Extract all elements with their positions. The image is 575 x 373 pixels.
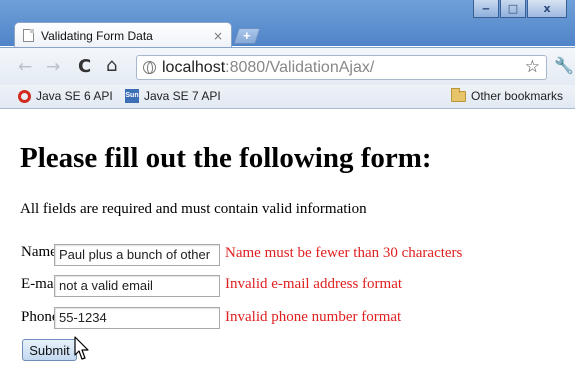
- oracle-icon: [18, 89, 31, 103]
- bookmark-java-se-7[interactable]: Sun Java SE 7 API: [125, 89, 221, 103]
- bookmark-star-icon[interactable]: ☆: [525, 57, 540, 77]
- bookmark-label: Java SE 6 API: [36, 89, 113, 103]
- folder-icon: [451, 87, 466, 102]
- new-tab-button[interactable]: +: [233, 28, 261, 44]
- reload-icon[interactable]: C: [78, 56, 91, 77]
- page-content: Please fill out the following form: All …: [0, 110, 575, 373]
- maximize-button[interactable]: □: [500, 0, 526, 18]
- window-titlebar: ‒ □ x Validating Form Data × +: [0, 0, 575, 48]
- browser-toolbar: ← → C ⌂ localhost:8080/ValidationAjax/ ☆…: [0, 47, 575, 85]
- email-error: Invalid e-mail address format: [225, 276, 403, 292]
- sun-icon: Sun: [125, 89, 139, 103]
- phone-field[interactable]: 55-1234: [54, 307, 220, 329]
- forward-arrow-icon[interactable]: →: [46, 57, 60, 77]
- url-path: :8080/ValidationAjax/: [225, 58, 375, 76]
- name-field[interactable]: Paul plus a bunch of other: [54, 244, 220, 266]
- home-icon[interactable]: ⌂: [106, 55, 117, 76]
- tab-title: Validating Form Data: [41, 28, 153, 43]
- intro-text: All fields are required and must contain…: [20, 201, 367, 217]
- tab-close-icon[interactable]: ×: [213, 29, 223, 43]
- page-title: Please fill out the following form:: [20, 142, 432, 174]
- submit-button[interactable]: Submit: [22, 339, 77, 361]
- email-field[interactable]: not a valid email: [54, 275, 220, 297]
- url-host: localhost: [162, 58, 226, 76]
- wrench-icon[interactable]: 🔧: [554, 56, 574, 75]
- other-bookmarks[interactable]: Other bookmarks: [451, 87, 564, 103]
- other-bookmarks-label: Other bookmarks: [471, 89, 564, 103]
- phone-error: Invalid phone number format: [225, 309, 402, 325]
- window-controls: ‒ □ x: [473, 0, 567, 18]
- globe-icon: [143, 61, 156, 74]
- plus-icon: +: [243, 28, 251, 43]
- name-error: Name must be fewer than 30 characters: [225, 245, 463, 261]
- bookmark-java-se-6[interactable]: Java SE 6 API: [18, 89, 113, 103]
- bookmarks-bar: Java SE 6 API Sun Java SE 7 API Other bo…: [0, 85, 575, 109]
- browser-tab[interactable]: Validating Form Data ×: [14, 22, 232, 48]
- address-bar[interactable]: localhost:8080/ValidationAjax/ ☆: [136, 55, 547, 80]
- minimize-button[interactable]: ‒: [473, 0, 499, 18]
- mouse-cursor-icon: [74, 336, 89, 360]
- back-arrow-icon[interactable]: ←: [18, 57, 32, 77]
- page-icon: [23, 29, 34, 42]
- url-text: localhost:8080/ValidationAjax/: [162, 59, 374, 77]
- bookmark-label: Java SE 7 API: [144, 89, 221, 103]
- close-window-button[interactable]: x: [527, 0, 567, 18]
